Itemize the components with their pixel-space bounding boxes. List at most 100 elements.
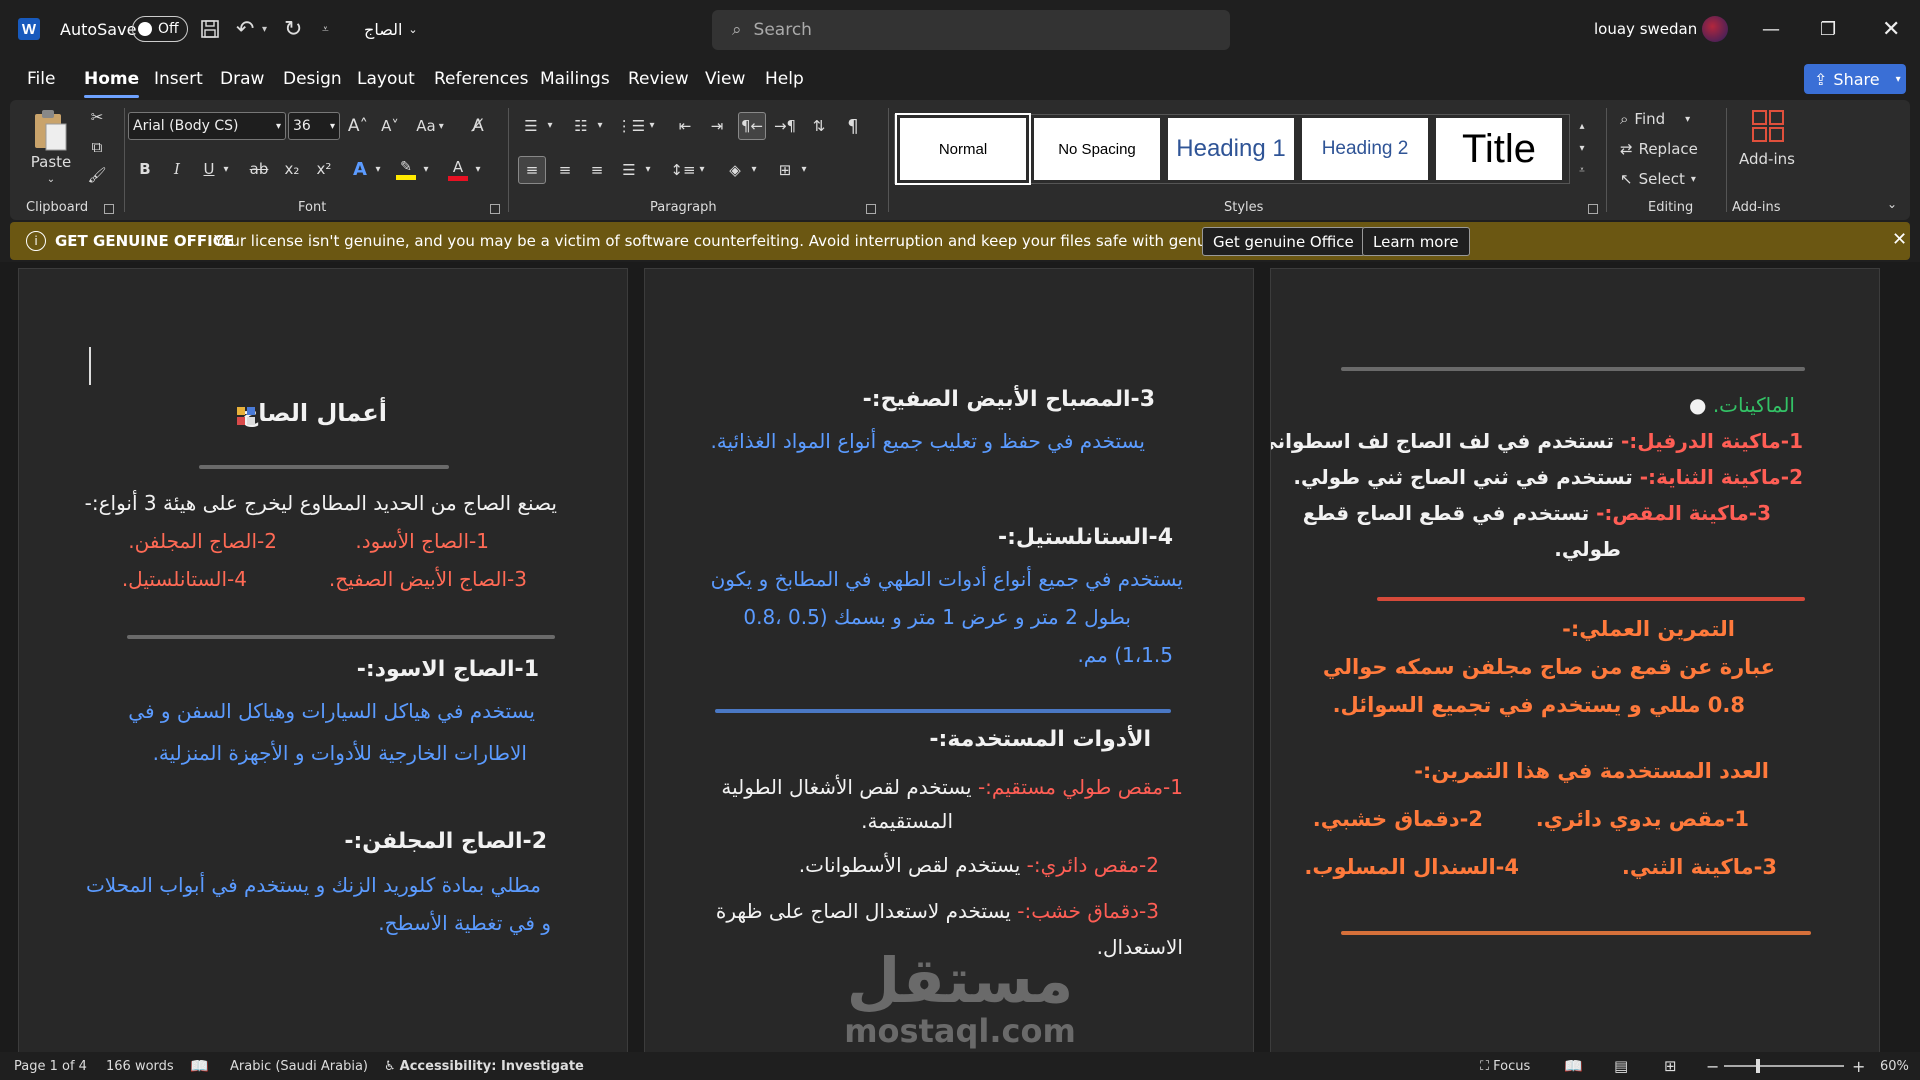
- format-painter-icon[interactable]: 🖌: [86, 164, 108, 186]
- style-title[interactable]: Title: [1436, 118, 1562, 180]
- select-button[interactable]: ↖ Select ▾: [1620, 166, 1720, 192]
- sort-icon[interactable]: ⇅: [806, 112, 832, 140]
- avatar[interactable]: [1702, 16, 1728, 42]
- learn-more-button[interactable]: Learn more: [1362, 227, 1470, 256]
- get-genuine-office-button[interactable]: Get genuine Office: [1202, 227, 1365, 256]
- tab-mailings[interactable]: Mailings: [540, 58, 610, 100]
- styles-scroll-down-icon[interactable]: ▾: [1574, 138, 1590, 158]
- style-normal[interactable]: Normal: [895, 113, 1031, 185]
- dialog-launcher-icon[interactable]: [490, 204, 500, 214]
- zoom-out-icon[interactable]: −: [1706, 1052, 1719, 1080]
- word-count[interactable]: 166 words: [106, 1052, 174, 1080]
- justify-icon[interactable]: ☰: [616, 156, 642, 184]
- zoom-slider-thumb[interactable]: [1756, 1059, 1760, 1073]
- font-size-select[interactable]: 36 ▾: [288, 112, 340, 140]
- page-counter[interactable]: Page 1 of 4: [14, 1052, 87, 1080]
- rtl-direction-icon[interactable]: ¶←: [738, 112, 766, 140]
- tab-file[interactable]: File: [27, 58, 55, 100]
- superscript-icon[interactable]: x²: [312, 156, 336, 182]
- dialog-launcher-icon[interactable]: [1588, 204, 1598, 214]
- tab-design[interactable]: Design: [283, 58, 342, 100]
- paste-label[interactable]: Paste: [30, 152, 72, 172]
- document-name[interactable]: الصاج ⌄: [364, 0, 418, 58]
- proofing-icon[interactable]: 📖: [190, 1052, 209, 1080]
- zoom-in-icon[interactable]: +: [1852, 1052, 1865, 1080]
- show-formatting-marks-icon[interactable]: ¶: [840, 112, 866, 140]
- tab-references[interactable]: References: [434, 58, 528, 100]
- chevron-down-icon[interactable]: ▾: [544, 114, 556, 136]
- focus-mode-button[interactable]: ⛶ Focus: [1480, 1052, 1530, 1080]
- chevron-down-icon[interactable]: ▾: [646, 114, 658, 136]
- numbering-icon[interactable]: ☷: [568, 112, 594, 140]
- document-area[interactable]: أعمال الصاج يصنع الصاج من الحديد المطاوع…: [0, 262, 1920, 1052]
- styles-expand-icon[interactable]: ⩡: [1574, 160, 1590, 180]
- ltr-direction-icon[interactable]: →¶: [772, 112, 798, 140]
- document-page-2[interactable]: 3-المصباح الأبيض الصفيح:- يستخدم في حفظ …: [644, 268, 1254, 1052]
- line-spacing-icon[interactable]: ↕≡: [670, 156, 696, 184]
- grow-font-icon[interactable]: A˄: [346, 112, 370, 140]
- chevron-down-icon[interactable]: ▾: [220, 158, 232, 180]
- undo-icon[interactable]: ↶: [236, 0, 254, 58]
- styles-scroll-up-icon[interactable]: ▴: [1574, 116, 1590, 136]
- chevron-down-icon[interactable]: ▾: [798, 158, 810, 180]
- chevron-down-icon[interactable]: ▾: [748, 158, 760, 180]
- print-layout-icon[interactable]: ▤: [1614, 1052, 1628, 1080]
- borders-icon[interactable]: ⊞: [772, 156, 798, 184]
- tab-draw[interactable]: Draw: [220, 58, 264, 100]
- close-icon[interactable]: ✕: [1892, 229, 1907, 250]
- paste-icon[interactable]: [30, 106, 70, 154]
- font-color-icon[interactable]: A: [446, 156, 470, 182]
- document-page-1[interactable]: أعمال الصاج يصنع الصاج من الحديد المطاوع…: [18, 268, 628, 1052]
- cut-icon[interactable]: ✂: [86, 106, 108, 128]
- style-heading-1[interactable]: Heading 1: [1168, 118, 1294, 180]
- add-ins-button[interactable]: Add-ins: [1734, 148, 1800, 170]
- zoom-slider-track[interactable]: [1724, 1065, 1844, 1067]
- text-effects-icon[interactable]: A: [348, 156, 372, 182]
- document-page-3[interactable]: الماكينات. ● 1-ماكينة الدرفيل:- تستخدم ف…: [1270, 268, 1880, 1052]
- dialog-launcher-icon[interactable]: [866, 204, 876, 214]
- web-layout-icon[interactable]: ⊞: [1664, 1052, 1677, 1080]
- bold-icon[interactable]: B: [134, 156, 156, 182]
- restore-icon[interactable]: ❐: [1820, 0, 1836, 58]
- tab-insert[interactable]: Insert: [154, 58, 203, 100]
- minimize-icon[interactable]: —: [1762, 0, 1780, 58]
- increase-indent-icon[interactable]: ⇥: [704, 112, 730, 140]
- close-icon[interactable]: ✕: [1882, 0, 1900, 58]
- undo-dropdown-icon[interactable]: ▾: [262, 0, 267, 58]
- share-button[interactable]: ⇪ Share ▾: [1804, 64, 1906, 94]
- style-heading-2[interactable]: Heading 2: [1302, 118, 1428, 180]
- read-mode-icon[interactable]: 📖: [1564, 1052, 1583, 1080]
- underline-icon[interactable]: U: [198, 156, 220, 182]
- change-case-button[interactable]: Aa ▾: [410, 112, 450, 140]
- chevron-down-icon[interactable]: ▾: [696, 158, 708, 180]
- tab-layout[interactable]: Layout: [357, 58, 415, 100]
- align-left-icon[interactable]: ≡: [518, 156, 546, 184]
- replace-button[interactable]: ⇄ Replace: [1620, 136, 1720, 162]
- shading-icon[interactable]: ◈: [722, 156, 748, 184]
- zoom-level[interactable]: 60%: [1880, 1052, 1909, 1080]
- add-ins-icon[interactable]: [1750, 108, 1786, 144]
- find-button[interactable]: ⌕ Find ▾: [1620, 106, 1720, 132]
- accessibility-status[interactable]: ♿ Accessibility: Investigate: [384, 1052, 584, 1080]
- language-indicator[interactable]: Arabic (Saudi Arabia): [230, 1052, 368, 1080]
- multilevel-list-icon[interactable]: ⋮☰: [617, 112, 645, 140]
- style-no-spacing[interactable]: No Spacing: [1034, 118, 1160, 180]
- bullets-icon[interactable]: ☰: [518, 112, 544, 140]
- chevron-down-icon[interactable]: ▾: [472, 158, 484, 180]
- chevron-down-icon[interactable]: ▾: [594, 114, 606, 136]
- autosave-toggle[interactable]: Off: [132, 0, 188, 58]
- search-box[interactable]: ⌕ Search: [712, 10, 1230, 50]
- decrease-indent-icon[interactable]: ⇤: [672, 112, 698, 140]
- tab-view[interactable]: View: [705, 58, 745, 100]
- redo-icon[interactable]: ↻: [284, 0, 302, 58]
- dialog-launcher-icon[interactable]: [104, 204, 114, 214]
- chevron-down-icon[interactable]: ▾: [372, 158, 384, 180]
- italic-icon[interactable]: I: [166, 156, 188, 182]
- tab-help[interactable]: Help: [765, 58, 804, 100]
- align-center-icon[interactable]: ≡: [552, 156, 578, 184]
- strikethrough-icon[interactable]: ab: [246, 156, 272, 182]
- tab-review[interactable]: Review: [628, 58, 689, 100]
- clear-formatting-icon[interactable]: A̸: [466, 112, 490, 140]
- copy-icon[interactable]: ⧉: [86, 136, 108, 158]
- customize-toolbar-icon[interactable]: ⩡: [322, 0, 329, 58]
